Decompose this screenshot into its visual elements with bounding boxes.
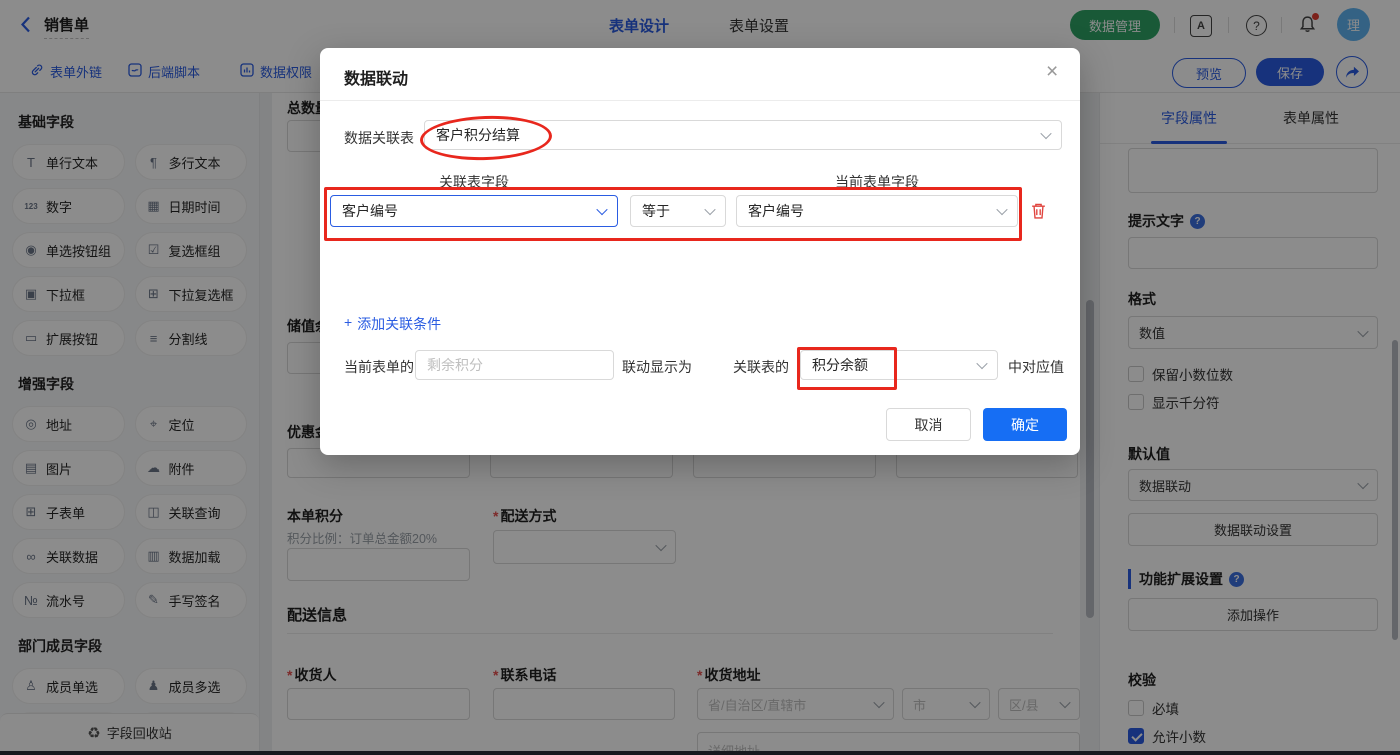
- condition-right-select[interactable]: 客户编号: [736, 195, 1018, 227]
- data-linkage-modal: 数据联动 × 数据关联表 客户积分结算 关联表字段 当前表单字段 客户编号 等于…: [320, 48, 1080, 455]
- form-designer-app: 销售单 表单设计 表单设置 数据管理 A ? 理 表单外链 后端脚本 数据权限 …: [0, 0, 1400, 755]
- current-field-input[interactable]: [415, 350, 614, 380]
- add-condition-link[interactable]: + 添加关联条件: [344, 314, 441, 334]
- modal-header-divider: [320, 100, 1080, 101]
- chevron-down-icon: [596, 203, 608, 216]
- confirm-button[interactable]: 确定: [983, 408, 1067, 441]
- linked-table-select[interactable]: 客户积分结算: [424, 120, 1062, 150]
- delete-condition-icon[interactable]: [1030, 202, 1047, 223]
- suffix-label: 中对应值: [1008, 359, 1064, 375]
- related-table-label: 关联表的: [733, 359, 789, 375]
- column-header-current-field: 当前表单字段: [835, 174, 919, 190]
- close-icon[interactable]: ×: [1046, 61, 1058, 82]
- chevron-down-icon: [704, 203, 716, 216]
- cancel-button[interactable]: 取消: [886, 408, 971, 441]
- column-header-linked-field: 关联表字段: [439, 174, 509, 190]
- condition-operator-select[interactable]: 等于: [630, 195, 726, 227]
- modal-title: 数据联动: [344, 71, 409, 88]
- display-as-label: 联动显示为: [622, 359, 692, 375]
- chevron-down-icon: [1040, 127, 1052, 140]
- current-form-label: 当前表单的: [344, 359, 414, 375]
- linked-table-label: 数据关联表: [344, 130, 414, 146]
- chevron-down-icon: [996, 203, 1008, 216]
- condition-left-select[interactable]: 客户编号: [330, 195, 618, 227]
- related-field-select[interactable]: 积分余额: [800, 350, 998, 380]
- chevron-down-icon: [976, 357, 988, 370]
- plus-icon: +: [344, 314, 353, 330]
